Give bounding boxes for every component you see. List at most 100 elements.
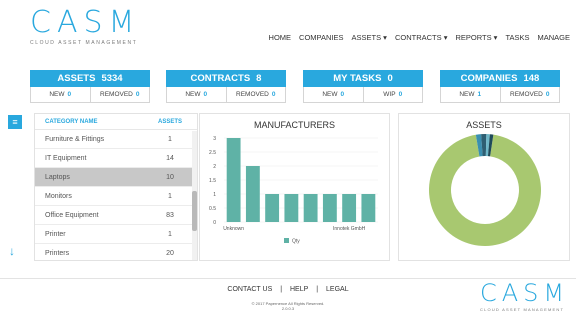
stat-removed: REMOVED 0 — [499, 87, 560, 102]
stat-new: NEW 0 — [167, 87, 226, 102]
bar — [303, 194, 318, 222]
bar — [342, 194, 357, 222]
stat-wip: WIP 0 — [362, 87, 423, 102]
assets-donut-chart — [429, 134, 541, 247]
stat-sub: NEW 0 REMOVED 0 — [166, 87, 286, 103]
y-tick-label: 3 — [213, 136, 216, 142]
y-tick-label: 2 — [213, 164, 216, 170]
category-name: Furniture & Fittings — [45, 136, 105, 143]
stat-value: 8 — [256, 73, 262, 84]
stat-new-value: 0 — [203, 91, 208, 98]
arrow-down-icon[interactable]: ↓ — [9, 244, 15, 258]
stat-removed-label: REMOVED — [100, 91, 133, 98]
nav-home[interactable]: HOME — [269, 33, 292, 42]
category-assets: 10 — [166, 174, 174, 181]
x-tick-label: Innotek GmbH — [333, 226, 366, 232]
legend-label: Qty — [292, 239, 300, 245]
stat-new-value: 0 — [67, 91, 72, 98]
stat-label: MY TASKS — [333, 73, 382, 84]
category-table-header: CATEGORY NAME ASSETS — [35, 114, 197, 130]
stat-header: ASSETS 5334 — [30, 70, 150, 87]
footer-separator: | — [316, 286, 319, 293]
x-tick-label: Unknown — [223, 226, 244, 232]
category-list: Furniture & Fittings 1 IT Equipment 14 Lapto… — [35, 130, 197, 260]
stat-card-my-tasks[interactable]: MY TASKS 0 NEW 0 WIP 0 — [303, 70, 423, 106]
stat-wip-label: WIP — [383, 91, 396, 98]
scrollbar-thumb[interactable] — [192, 191, 197, 231]
stat-new-value: 1 — [477, 91, 482, 98]
bar — [265, 194, 280, 222]
logo-subtitle: CLOUD ASSET MANAGEMENT — [30, 40, 138, 46]
legend-swatch — [284, 238, 289, 243]
stat-card-companies[interactable]: COMPANIES 148 NEW 1 REMOVED 0 — [440, 70, 560, 106]
menu-icon[interactable]: ≡ — [8, 115, 22, 129]
stat-card-assets[interactable]: ASSETS 5334 NEW 0 REMOVED 0 — [30, 70, 150, 106]
bar — [245, 166, 260, 222]
stat-removed: REMOVED 0 — [225, 87, 286, 102]
y-tick-label: 1 — [213, 192, 216, 198]
stat-label: COMPANIES — [460, 73, 518, 84]
category-row[interactable]: Monitors 1 — [35, 187, 197, 206]
stat-new-label: NEW — [185, 91, 201, 98]
stat-label: ASSETS — [57, 73, 96, 84]
category-assets: 1 — [168, 231, 172, 238]
stat-header: CONTRACTS 8 — [166, 70, 286, 87]
manufacturers-panel: MANUFACTURERS 0 0.5 1 1.5 2 2.5 3 Unknown Innote… — [199, 113, 390, 261]
col-assets[interactable]: ASSETS — [145, 114, 195, 129]
stat-removed-value: 0 — [135, 91, 140, 98]
main-nav: HOME COMPANIES ASSETS ▾ CONTRACTS ▾ REPO… — [269, 33, 570, 42]
category-name: Printer — [45, 231, 66, 238]
category-row[interactable]: Furniture & Fittings 1 — [35, 130, 197, 149]
stat-new-label: NEW — [459, 91, 475, 98]
scrollbar[interactable] — [192, 131, 197, 260]
col-category-name[interactable]: CATEGORY NAME — [35, 114, 145, 129]
nav-assets[interactable]: ASSETS ▾ — [352, 33, 387, 42]
chart-title: MANUFACTURERS — [253, 120, 335, 130]
nav-companies[interactable]: COMPANIES — [299, 33, 343, 42]
category-assets: 1 — [168, 193, 172, 200]
category-row[interactable]: Printers 20 — [35, 244, 197, 260]
bar — [284, 194, 299, 222]
stat-removed-value: 0 — [271, 91, 276, 98]
category-panel: CATEGORY NAME ASSETS Furniture & Fitting… — [34, 113, 198, 261]
nav-manage[interactable]: MANAGE — [537, 33, 570, 42]
category-name: Office Equipment — [45, 212, 99, 219]
stat-new-value: 0 — [340, 91, 345, 98]
stat-removed-value: 0 — [545, 91, 550, 98]
category-assets: 1 — [168, 136, 172, 143]
nav-tasks[interactable]: TASKS — [505, 33, 529, 42]
category-row[interactable]: Laptops 10 — [35, 168, 197, 187]
stat-removed: REMOVED 0 — [89, 87, 150, 102]
footer-help-link[interactable]: HELP — [290, 286, 308, 293]
category-row[interactable]: Office Equipment 83 — [35, 206, 197, 225]
y-tick-label: 0.5 — [209, 206, 216, 212]
stat-new-label: NEW — [49, 91, 65, 98]
stat-card-contracts[interactable]: CONTRACTS 8 NEW 0 REMOVED 0 — [166, 70, 286, 106]
manufacturers-chart: 0 0.5 1 1.5 2 2.5 3 Unknown Innotek GmbH Qty — [209, 136, 378, 245]
logo-mark: CASM — [30, 5, 141, 40]
stat-header: COMPANIES 148 — [440, 70, 560, 87]
header: CASM CLOUD ASSET MANAGEMENT HOME COMPANI… — [0, 0, 576, 62]
stat-value: 5334 — [101, 73, 123, 84]
footer-legal-link[interactable]: LEGAL — [326, 286, 349, 293]
category-assets: 83 — [166, 212, 174, 219]
category-name: Laptops — [45, 174, 70, 181]
logo[interactable]: CASM CLOUD ASSET MANAGEMENT — [30, 5, 141, 47]
stat-value: 148 — [523, 73, 540, 84]
stat-removed-label: REMOVED — [236, 91, 269, 98]
nav-contracts[interactable]: CONTRACTS ▾ — [395, 33, 448, 42]
category-row[interactable]: Printer 1 — [35, 225, 197, 244]
chart-title: ASSETS — [466, 120, 502, 130]
nav-reports[interactable]: REPORTS ▾ — [455, 33, 497, 42]
stat-value: 0 — [387, 73, 393, 84]
footer-contact-link[interactable]: CONTACT US — [227, 286, 272, 293]
stat-header: MY TASKS 0 — [303, 70, 423, 87]
stat-sub: NEW 1 REMOVED 0 — [440, 87, 560, 103]
footer-logo-subtitle: CLOUD ASSET MANAGEMENT — [480, 307, 565, 312]
stat-new: NEW 0 — [31, 87, 90, 102]
category-row[interactable]: IT Equipment 14 — [35, 149, 197, 168]
category-name: Printers — [45, 250, 70, 257]
category-name: Monitors — [45, 193, 72, 200]
stat-label: CONTRACTS — [190, 73, 251, 84]
stat-wip-value: 0 — [398, 91, 403, 98]
